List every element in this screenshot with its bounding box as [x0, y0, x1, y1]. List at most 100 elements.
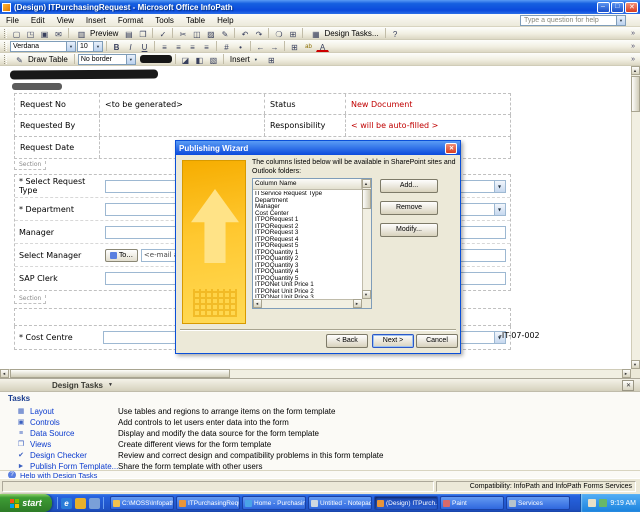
next-button[interactable]: Next >	[372, 334, 414, 348]
column-item[interactable]: ITPONet Unit Price 3	[254, 294, 361, 298]
section-tab[interactable]: Section	[14, 161, 47, 170]
toolbar-options-icon[interactable]: »	[631, 56, 638, 63]
font-color-icon[interactable]: A	[316, 41, 329, 52]
horizontal-scrollbar[interactable]	[0, 369, 631, 378]
minimize-button[interactable]	[597, 0, 610, 13]
scroll-up-icon[interactable]	[362, 179, 371, 188]
undo-icon[interactable]: ↶	[238, 28, 251, 39]
save-icon[interactable]: ▣	[38, 28, 51, 39]
border-color-icon[interactable]: ◧	[193, 54, 206, 65]
chevron-down-icon[interactable]	[616, 15, 625, 25]
toolbar-options-icon[interactable]: »	[631, 30, 638, 37]
print-preview-icon[interactable]: ❐	[136, 28, 149, 39]
task-link[interactable]: Data Source	[30, 429, 118, 438]
taskbar-button-browser[interactable]: Home - Purchasing...	[242, 496, 306, 510]
column-name-header[interactable]: Column Name	[253, 179, 362, 190]
title-bar[interactable]: (Design) ITPurchasingRequest - Microsoft…	[0, 0, 640, 14]
task-item-data-source[interactable]: ≡ Data Source Display and modify the dat…	[0, 428, 640, 439]
bullets-icon[interactable]: •	[234, 41, 247, 52]
mail-icon[interactable]: ✉	[52, 28, 65, 39]
dropdown-arrow-icon[interactable]	[494, 180, 505, 192]
paste-icon[interactable]: ▨	[204, 28, 217, 39]
status-field[interactable]: New Document	[346, 100, 510, 109]
add-button[interactable]: Add...	[380, 179, 438, 193]
insert-menu-button[interactable]: Insert	[227, 54, 264, 65]
menu-edit[interactable]: Edit	[25, 14, 51, 27]
format-painter-icon[interactable]: ✎	[218, 28, 231, 39]
task-link[interactable]: Design Checker	[30, 451, 118, 460]
font-size-combo[interactable]: 10	[77, 40, 103, 52]
dialog-close-button[interactable]	[445, 142, 457, 154]
modify-button[interactable]: Modify...	[380, 223, 438, 237]
columns-listbox[interactable]: Column Name ITService Request Type Depar…	[252, 178, 372, 309]
list-vertical-scrollbar[interactable]	[362, 179, 371, 299]
menu-insert[interactable]: Insert	[80, 14, 112, 27]
toolbar-grip[interactable]	[4, 28, 7, 38]
dialog-title-bar[interactable]: Publishing Wizard	[176, 141, 460, 155]
new-form-icon[interactable]: ▢	[10, 28, 23, 39]
increase-indent-icon[interactable]: →	[268, 41, 281, 52]
menu-table[interactable]: Table	[180, 14, 211, 27]
decrease-indent-icon[interactable]: ←	[254, 41, 267, 52]
eraser-icon[interactable]: ◪	[179, 54, 192, 65]
toolbar-grip[interactable]	[4, 41, 7, 51]
borders-icon[interactable]: ⊞	[288, 41, 301, 52]
task-item-controls[interactable]: ▣ Controls Add controls to let users ent…	[0, 417, 640, 428]
responsibility-field[interactable]: < will be auto-filled >	[346, 121, 510, 130]
list-horizontal-scrollbar[interactable]	[253, 299, 362, 308]
back-button[interactable]: < Back	[326, 334, 368, 348]
menu-file[interactable]: File	[0, 14, 25, 27]
menu-format[interactable]: Format	[112, 14, 149, 27]
design-tasks-pane-header[interactable]: Design Tasks ▼	[0, 379, 640, 392]
underline-button[interactable]: U	[138, 41, 151, 52]
internet-explorer-icon[interactable]: e	[61, 497, 72, 509]
chevron-down-icon[interactable]	[66, 41, 75, 51]
taskbar-button-explorer[interactable]: C:\MOSS\Infopath...	[110, 496, 174, 510]
section-tab[interactable]: Section	[14, 295, 47, 304]
help-icon[interactable]: ?	[389, 28, 402, 39]
pane-close-button[interactable]	[622, 379, 634, 391]
menu-tools[interactable]: Tools	[149, 14, 180, 27]
font-name-combo[interactable]: Verdana	[10, 40, 76, 52]
scroll-left-icon[interactable]	[0, 369, 9, 378]
task-item-views[interactable]: ❐ Views Create different views for the f…	[0, 439, 640, 450]
tray-icon-1[interactable]	[588, 499, 597, 507]
print-icon[interactable]: ▤	[122, 28, 135, 39]
design-tasks-button[interactable]: ▦ Design Tasks...	[306, 28, 381, 39]
task-link[interactable]: Controls	[30, 418, 118, 427]
scroll-down-icon[interactable]	[362, 290, 371, 299]
chevron-down-icon[interactable]: ▼	[108, 382, 113, 388]
close-button[interactable]	[625, 1, 638, 13]
highlight-icon[interactable]: ab	[302, 41, 315, 52]
task-item-layout[interactable]: ▦ Layout Use tables and regions to arran…	[0, 406, 640, 417]
redo-icon[interactable]: ↷	[252, 28, 265, 39]
align-left-icon[interactable]: ≡	[158, 41, 171, 52]
request-no-field[interactable]: <to be generated>	[100, 100, 264, 109]
scrollbar-thumb[interactable]	[631, 76, 640, 112]
scroll-left-icon[interactable]	[253, 299, 262, 308]
draw-table-button[interactable]: ✎ Draw Table	[10, 54, 71, 65]
border-style-combo[interactable]: No border	[77, 53, 136, 65]
vertical-scrollbar[interactable]	[631, 66, 640, 369]
chevron-down-icon[interactable]	[93, 41, 102, 51]
shading-icon[interactable]: ▧	[207, 54, 220, 65]
scroll-up-icon[interactable]	[631, 66, 640, 75]
chevron-down-icon[interactable]	[125, 54, 135, 64]
cancel-button[interactable]: Cancel	[416, 334, 458, 348]
scroll-right-icon[interactable]	[353, 299, 362, 308]
clock[interactable]: 9:19 AM	[610, 500, 636, 507]
italic-button[interactable]: I	[124, 41, 137, 52]
toolbar-options-icon[interactable]: »	[631, 43, 638, 50]
taskbar-button-notepad[interactable]: Untitled - Notepad	[308, 496, 372, 510]
tray-icon-2[interactable]	[599, 499, 608, 507]
taskbar-button-infopath-file[interactable]: ITPurchasingReques...	[176, 496, 240, 510]
outlook-icon[interactable]	[75, 497, 86, 509]
insert-table-icon[interactable]: ⊞	[286, 28, 299, 39]
question-for-help-box[interactable]: Type a question for help	[520, 14, 626, 26]
taskbar-button-paint[interactable]: Paint	[440, 496, 504, 510]
scrollbar-thumb[interactable]	[362, 189, 371, 209]
taskbar-button-services[interactable]: Services	[506, 496, 570, 510]
align-center-icon[interactable]: ≡	[172, 41, 185, 52]
table-grid-icon[interactable]: ⊞	[265, 54, 278, 65]
start-button[interactable]: start	[0, 494, 52, 512]
